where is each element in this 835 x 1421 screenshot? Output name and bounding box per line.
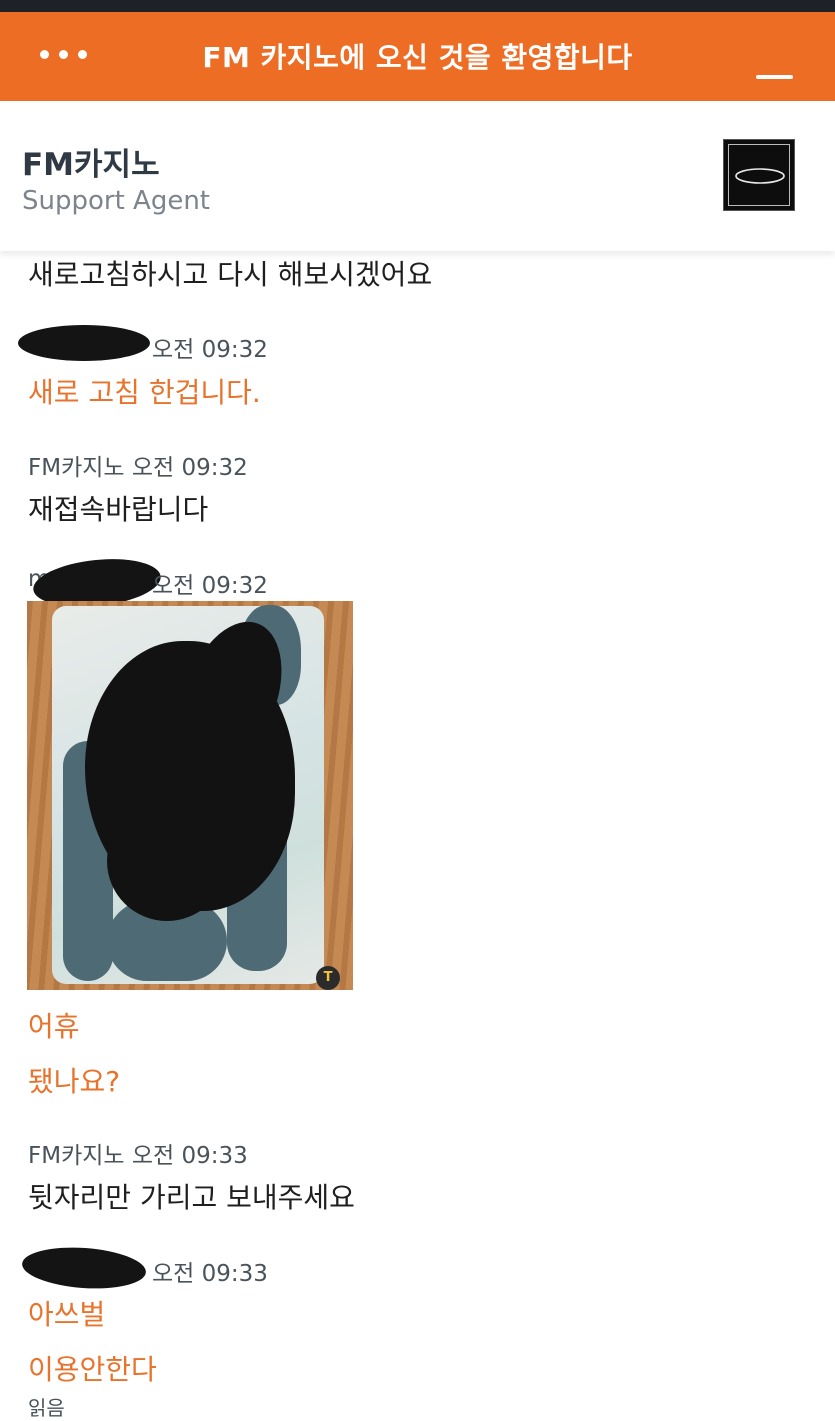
status-bar	[0, 0, 835, 12]
agent-message: 뒷자리만 가리고 보내주세요	[28, 1181, 355, 1214]
user-message: 이용안한다	[28, 1353, 157, 1386]
agent-role: Support Agent	[22, 186, 211, 216]
message-time: 오전 09:33	[152, 1261, 268, 1287]
user-message: 새로 고침 한겁니다.	[28, 376, 261, 409]
message-meta: FM카지노 오전 09:33	[28, 1143, 248, 1169]
message-time: 오전 09:32	[152, 337, 268, 363]
text-scan-icon[interactable]: T	[316, 966, 340, 990]
user-message: 됐나요?	[28, 1065, 121, 1098]
read-receipt: 읽음	[28, 1396, 65, 1420]
redaction-scribble	[18, 325, 150, 361]
message-time: 오전 09:32	[152, 573, 268, 599]
chat-title: FM 카지노에 오신 것을 환영합니다	[202, 41, 633, 74]
redaction-scribble	[20, 1243, 148, 1293]
agent-header: FM카지노 Support Agent	[0, 101, 835, 251]
agent-message: 새로고침하시고 다시 해보시겠어요	[28, 258, 433, 291]
agent-message: 재접속바랍니다	[28, 493, 209, 526]
fm-logo	[723, 139, 795, 211]
agent-name: FM카지노	[22, 147, 160, 183]
attached-photo[interactable]	[27, 601, 353, 990]
user-message: 아쓰벌	[28, 1298, 106, 1331]
minimize-icon[interactable]	[756, 75, 793, 79]
chat-topbar: FM 카지노에 오신 것을 환영합니다	[0, 12, 835, 101]
message-meta: FM카지노 오전 09:32	[28, 455, 248, 481]
user-message: 어휴	[28, 1010, 80, 1043]
